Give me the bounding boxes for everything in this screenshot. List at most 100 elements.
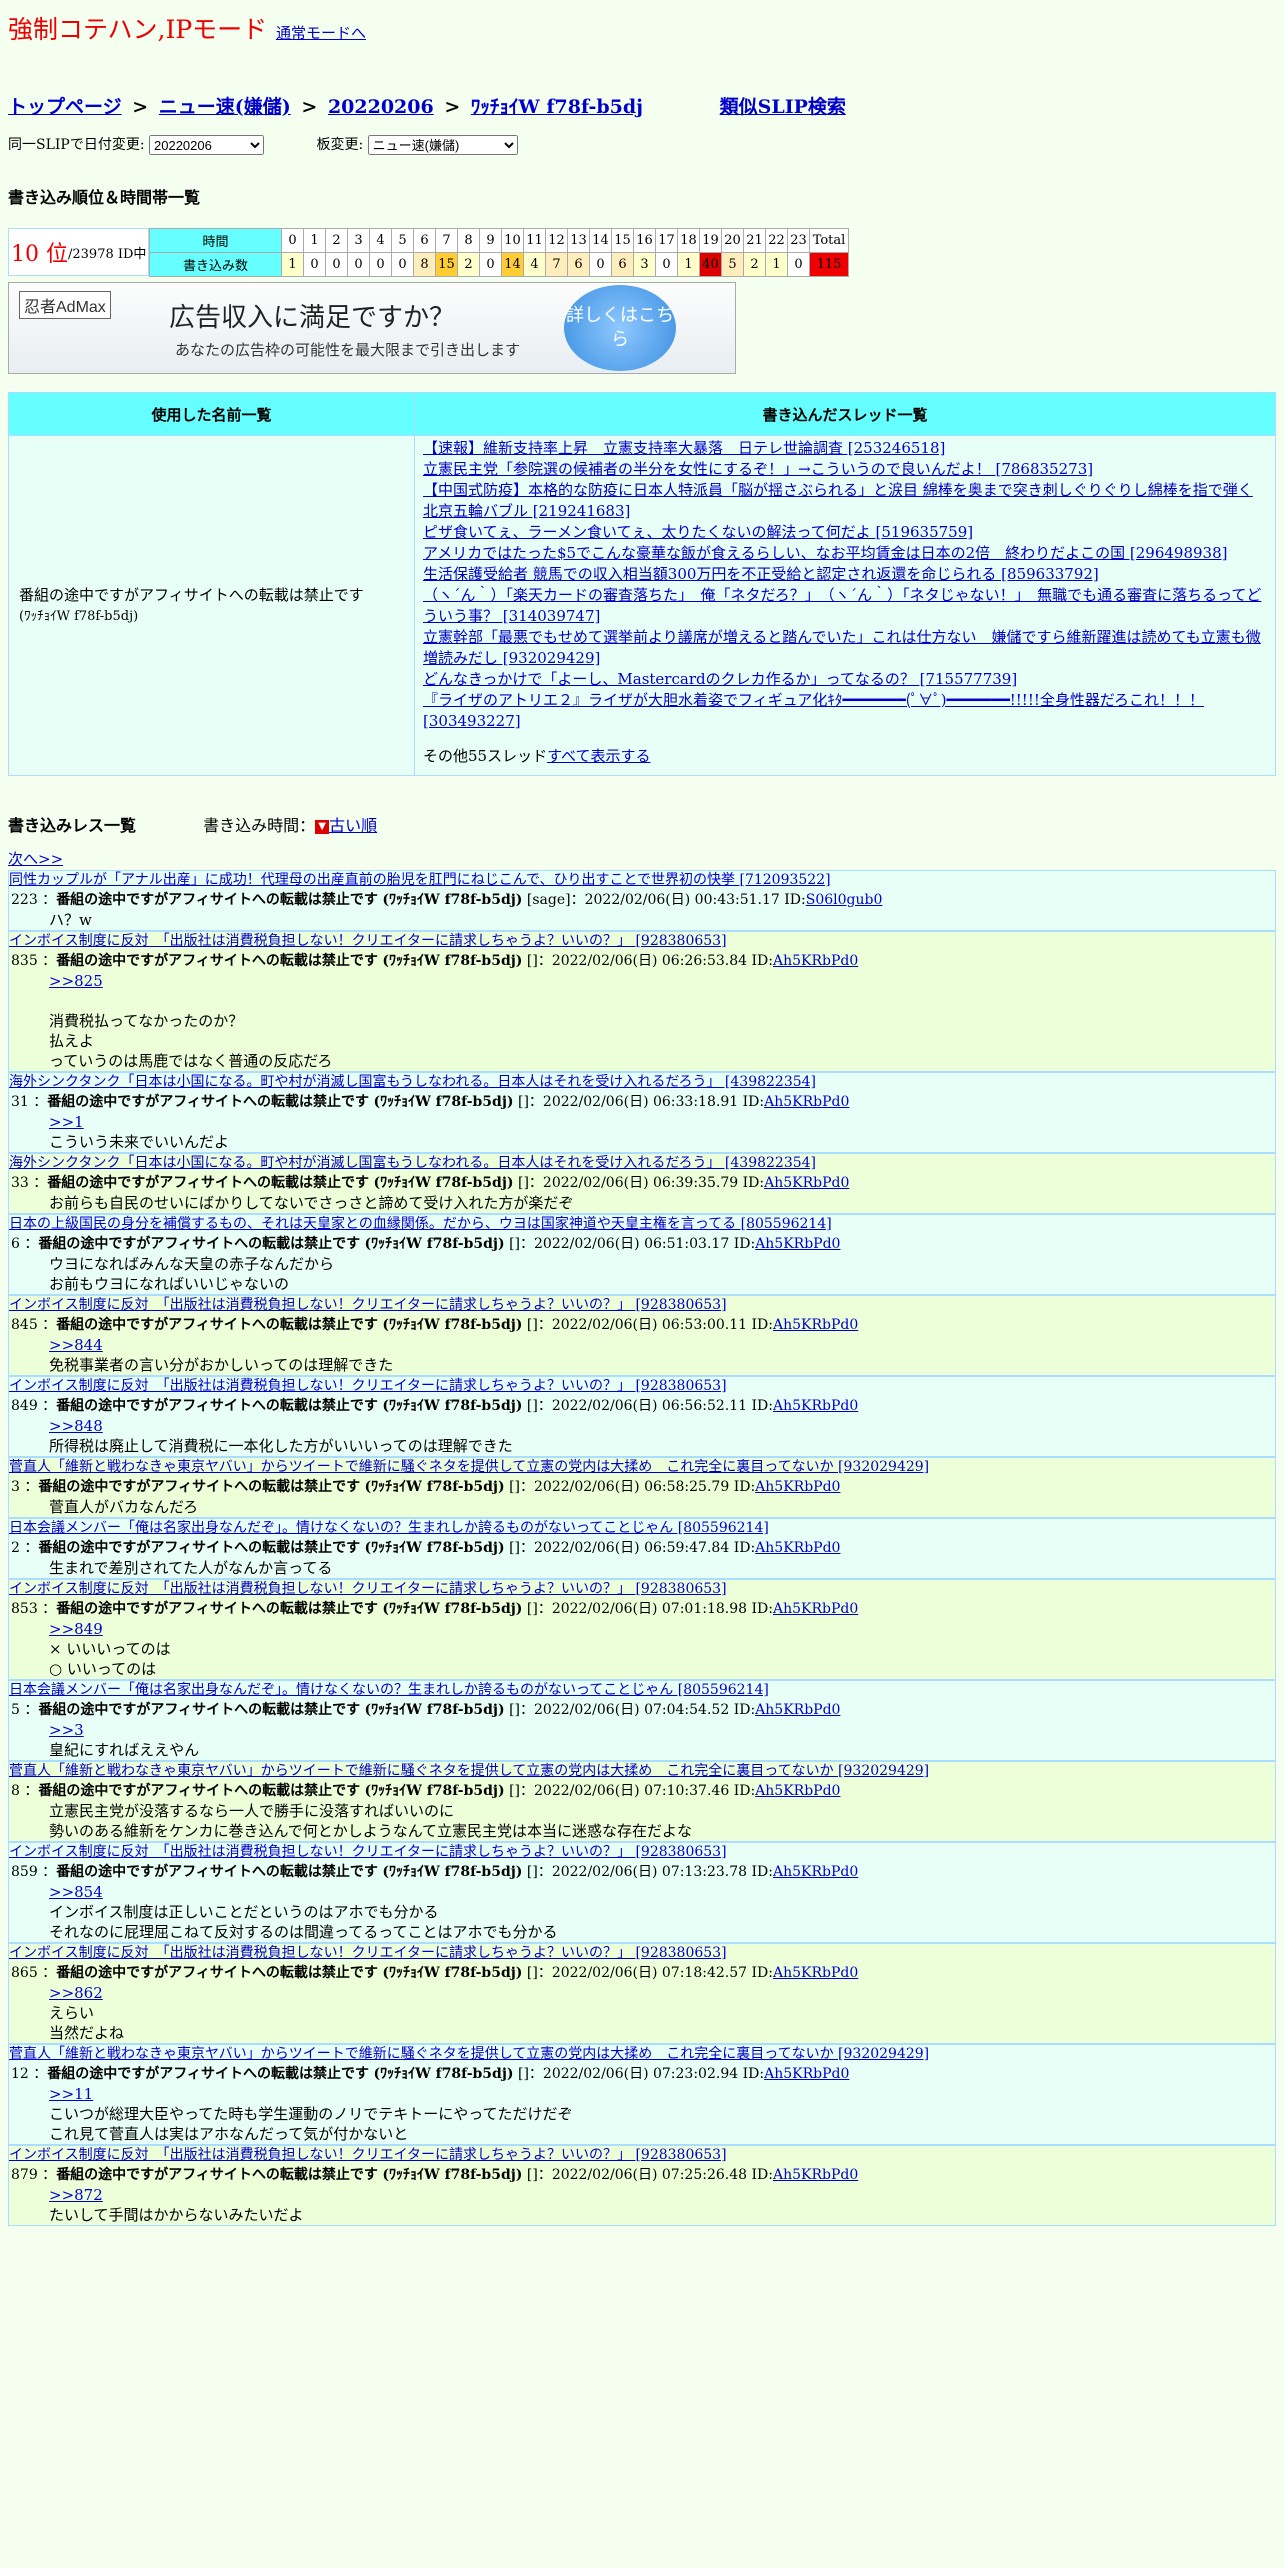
breadcrumb-board[interactable]: ニュー速(嫌儲)	[159, 96, 291, 118]
post-thread-link[interactable]: 菅直人「維新と戦わなきゃ東京ヤバい」からツイートで維新に騒ぐネタを提供して立憲の…	[9, 1762, 1275, 1781]
post-thread-link[interactable]: 海外シンクタンク「日本は小国になる。町や村が消滅し国富もうしなわれる。日本人はそ…	[9, 1154, 1275, 1173]
count-cell: 0	[369, 252, 392, 277]
post-thread-link[interactable]: 日本の上級国民の身分を補償するもの、それは天皇家との血縁関係。だから、ウヨは国家…	[9, 1215, 1275, 1234]
next-page-link[interactable]: 次へ>>	[8, 850, 63, 868]
post-mail: []	[509, 1236, 521, 1252]
header: 強制コテハン,IPモード 通常モードへ	[8, 10, 1276, 50]
post-id-label: ID:	[733, 1236, 756, 1252]
similar-slip-search-link[interactable]: 類似SLIP検索	[720, 96, 846, 118]
post-id-link[interactable]: Ah5KRbPd0	[773, 1601, 858, 1617]
post-date: 2022/02/06(日) 07:04:54.52	[534, 1702, 730, 1718]
ad-subtext: あなたの広告枠の可能性を最大限まで引き出します	[175, 342, 521, 359]
post-id-link[interactable]: Ah5KRbPd0	[755, 1540, 840, 1556]
post-thread-link[interactable]: インボイス制度に反対 「出版社は消費税負担しない！クリエイターに請求しちゃうよ？…	[9, 2146, 1275, 2165]
post-number: 31	[11, 1094, 29, 1110]
thread-link[interactable]: 立憲民主党「参院選の候補者の半分を女性にするぞ！」→こういうので良いんだよ！ […	[423, 460, 1093, 478]
post-thread-link[interactable]: インボイス制度に反対 「出版社は消費税負担しない！クリエイターに請求しちゃうよ？…	[9, 1580, 1275, 1599]
post-id-link[interactable]: Ah5KRbPd0	[764, 2066, 849, 2082]
breadcrumb-sep: >	[444, 96, 461, 118]
reply-anchor-link[interactable]: >>849	[49, 1619, 1275, 1639]
post-id-link[interactable]: Ah5KRbPd0	[773, 1965, 858, 1981]
post-slip: (ﾜｯﾁｮｲW f78f-b5dj)	[364, 1702, 505, 1718]
reply-anchor-link[interactable]: >>825	[49, 971, 1275, 991]
thread-link[interactable]: 立憲幹部「最悪でもせめて選挙前より議席が増えると踏んでいた」これは仕方ない 嫌儲…	[423, 628, 1261, 667]
post-sep: ：	[37, 2167, 57, 2183]
threads-header: 書き込んだスレッド一覧	[414, 392, 1276, 436]
hour-cell: 21	[743, 228, 766, 253]
thread-link[interactable]: 【速報】維新支持率上昇 立憲支持率大暴落 日テレ世論調査 [253246518]	[423, 439, 945, 457]
board-select[interactable]: ニュー速(嫌儲)	[367, 135, 518, 155]
post-thread-link[interactable]: インボイス制度に反対 「出版社は消費税負担しない！クリエイターに請求しちゃうよ？…	[9, 1944, 1275, 1963]
post-id-link[interactable]: Ah5KRbPd0	[755, 1479, 840, 1495]
post-thread-link[interactable]: 海外シンクタンク「日本は小国になる。町や村が消滅し国富もうしなわれる。日本人はそ…	[9, 1073, 1275, 1092]
post-id-link[interactable]: Ah5KRbPd0	[773, 1317, 858, 1333]
post-id-label: ID:	[742, 1094, 765, 1110]
thread-link[interactable]: 生活保護受給者 競馬での収入相当額300万円を不正受給と認定され返還を命じられる…	[423, 565, 1099, 583]
post-body: >>3 皇紀にすればええやん	[9, 1720, 1275, 1760]
post-id-link[interactable]: Ah5KRbPd0	[773, 953, 858, 969]
thread-link[interactable]: ピザ食いてぇ、ラーメン食いてぇ、太りたくないの解法って何だよ [51963575…	[423, 523, 973, 541]
post-id-link[interactable]: Ah5KRbPd0	[764, 1094, 849, 1110]
show-all-link[interactable]: すべて表示する	[547, 747, 650, 765]
post-line: 菅直人がバカなんだろ	[49, 1498, 199, 1516]
post-id-label: ID:	[742, 2066, 765, 2082]
post-thread-link[interactable]: インボイス制度に反対 「出版社は消費税負担しない！クリエイターに請求しちゃうよ？…	[9, 932, 1275, 951]
post-thread-link[interactable]: インボイス制度に反対 「出版社は消費税負担しない！クリエイターに請求しちゃうよ？…	[9, 1377, 1275, 1396]
thread-link[interactable]: アメリカではたった$5でこんな豪華な飯が食えるらしい、なお平均賃金は日本の2倍 …	[423, 544, 1228, 562]
thread-link[interactable]: 『ライザのアトリエ２』ライザが大胆水着姿でフィギュア化ｷﾀ━━━━━━━(ﾟ∀ﾟ…	[423, 691, 1204, 730]
breadcrumb-top[interactable]: トップページ	[8, 96, 122, 118]
pagination: 次へ>>	[8, 848, 1276, 870]
normal-mode-link[interactable]: 通常モードへ	[276, 24, 366, 42]
post-thread-link[interactable]: 日本会議メンバー「俺は名家出身なんだぞ」。情けなくないの？生まれしか誇るものがな…	[9, 1681, 1275, 1700]
date-change-label: 同一SLIPで日付変更:	[8, 137, 145, 153]
post-id-link[interactable]: Ah5KRbPd0	[755, 1783, 840, 1799]
post-id-link[interactable]: Ah5KRbPd0	[764, 1175, 849, 1191]
date-select[interactable]: 20220206	[149, 135, 265, 155]
post-line: 消費税払ってなかったのか？	[49, 1012, 244, 1030]
count-cell: 1	[677, 252, 700, 277]
hour-cell: 14	[589, 228, 612, 253]
oldest-first-link[interactable]: 古い順	[329, 816, 377, 835]
reply-anchor-link[interactable]: >>11	[49, 2084, 1275, 2104]
post-thread-link[interactable]: 日本会議メンバー「俺は名家出身なんだぞ」。情けなくないの？生まれしか誇るものがな…	[9, 1519, 1275, 1538]
post-id-link[interactable]: S06l0gub0	[806, 892, 883, 908]
post-id-link[interactable]: Ah5KRbPd0	[755, 1702, 840, 1718]
hours-table: 時間 0 1 2 3 4 5 6 7 8 9 10 11 12 13 14 15 16 17 18 19 20 21 22 2…	[149, 228, 849, 277]
post-thread-link[interactable]: インボイス制度に反対 「出版社は消費税負担しない！クリエイターに請求しちゃうよ？…	[9, 1843, 1275, 1862]
post-date: 2022/02/06(日) 06:53:00.11	[551, 1317, 748, 1333]
post-thread-link[interactable]: 菅直人「維新と戦わなきゃ東京ヤバい」からツイートで維新に騒ぐネタを提供して立憲の…	[9, 2045, 1275, 2064]
post-thread-link[interactable]: 菅直人「維新と戦わなきゃ東京ヤバい」からツイートで維新に騒ぐネタを提供して立憲の…	[9, 1458, 1275, 1477]
post-mail: []	[509, 1479, 521, 1495]
reply-anchor-link[interactable]: >>1	[49, 1112, 1275, 1132]
thread-link[interactable]: （ヽ´ん｀）「楽天カードの審査落ちた」 俺「ネタだろ？」 （ヽ´ん｀）「ネタじゃ…	[423, 586, 1261, 625]
hour-cell: 18	[677, 228, 700, 253]
post-thread-link[interactable]: 同性カップルが「アナル出産」に成功！代理母の出産直前の胎児を肛門にねじこんで、ひ…	[9, 871, 1275, 890]
reply-anchor-link[interactable]: >>854	[49, 1882, 1275, 1902]
post-id-link[interactable]: Ah5KRbPd0	[773, 2167, 858, 2183]
post-meta: 6 ：番組の途中ですがアフィサイトへの転載は禁止です (ﾜｯﾁｮｲW f78f-…	[11, 1236, 841, 1252]
breadcrumb-slip[interactable]: ﾜｯﾁｮｲW f78f-b5dj	[471, 96, 643, 118]
reply-anchor-link[interactable]: >>862	[49, 1983, 1275, 2003]
hour-cell: 17	[655, 228, 678, 253]
post-number: 8	[11, 1783, 20, 1799]
post-id-link[interactable]: Ah5KRbPd0	[773, 1398, 858, 1414]
thread-link[interactable]: 【中国式防疫】本格的な防疫に日本人特派員「脳が揺さぶられる」と涙目 綿棒を奥まで…	[423, 481, 1253, 520]
post: インボイス制度に反対 「出版社は消費税負担しない！クリエイターに請求しちゃうよ？…	[8, 1943, 1276, 2044]
post-id-link[interactable]: Ah5KRbPd0	[755, 1236, 840, 1252]
post-thread-link[interactable]: インボイス制度に反対 「出版社は消費税負担しない！クリエイターに請求しちゃうよ？…	[9, 1296, 1275, 1315]
post-body: ウヨになればみんな天皇の赤子なんだから お前もウヨになればいいじゃないの	[9, 1254, 1275, 1294]
breadcrumb-date[interactable]: 20220206	[328, 96, 434, 118]
post-number: 879	[11, 2167, 38, 2183]
ad-banner[interactable]: 忍者AdMax 広告収入に満足ですか？ あなたの広告枠の可能性を最大限まで引き出…	[8, 282, 736, 374]
post-id-link[interactable]: Ah5KRbPd0	[773, 1864, 858, 1880]
ad-details-button[interactable]: 詳しくはこちら	[564, 285, 676, 371]
post-id-label: ID:	[733, 1702, 756, 1718]
post-name: 番組の途中ですがアフィサイトへの転載は禁止です	[56, 1398, 378, 1414]
thread-link[interactable]: どんなきっかけで「よーし、Mastercardのクレカ作るか」ってなるの？ [7…	[423, 670, 1017, 688]
reply-anchor-link[interactable]: >>872	[49, 2185, 1275, 2205]
reply-anchor-link[interactable]: >>848	[49, 1416, 1275, 1436]
reply-anchor-link[interactable]: >>3	[49, 1720, 1275, 1740]
reply-anchor-link[interactable]: >>844	[49, 1335, 1275, 1355]
post-meta: 849 ：番組の途中ですがアフィサイトへの転載は禁止です (ﾜｯﾁｮｲW f78…	[11, 1398, 859, 1414]
post-line: こいつが総理大臣やってた時も学生運動のノリでテキトーにやってただけだぞ	[49, 2105, 573, 2123]
